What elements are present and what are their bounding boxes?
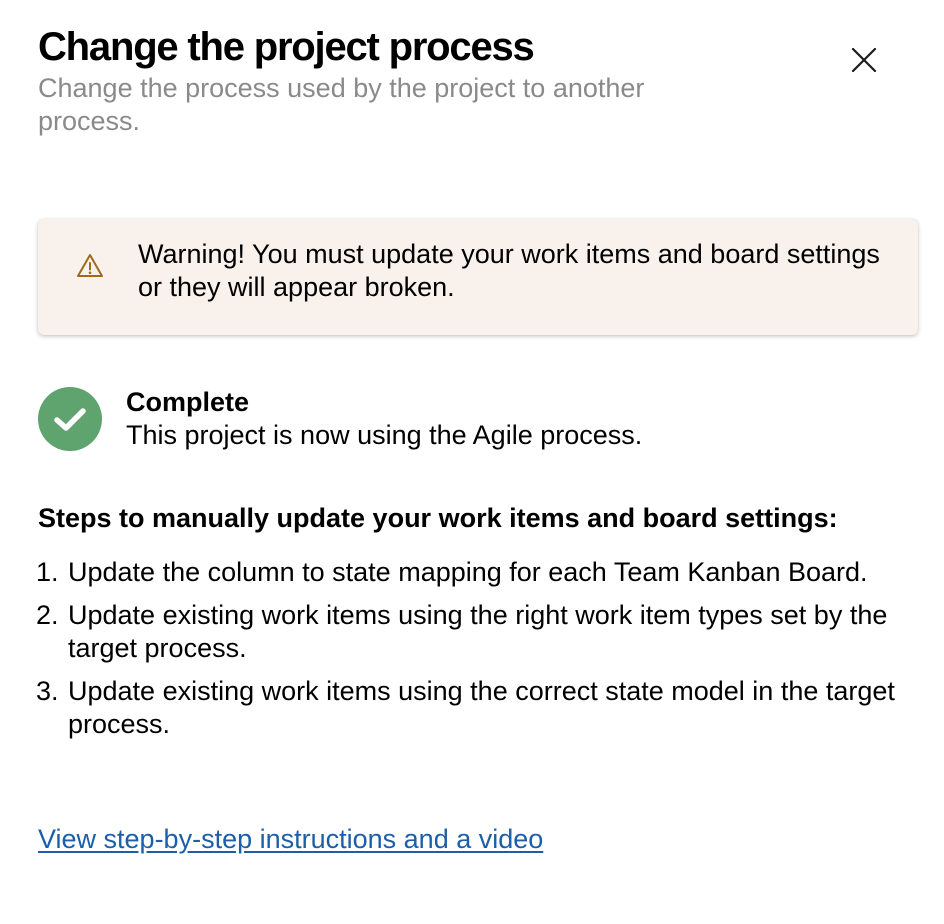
step-text: Update existing work items using the cor…: [68, 676, 895, 739]
dialog-title: Change the project process: [38, 25, 535, 69]
step-text: Update existing work items using the rig…: [68, 600, 888, 663]
checkmark-circle-icon: [38, 387, 102, 451]
warning-icon: [77, 254, 103, 277]
warning-message-bar: Warning! You must update your work items…: [38, 219, 918, 335]
change-process-dialog: Change the project process Change the pr…: [0, 0, 944, 924]
close-button[interactable]: [842, 38, 886, 82]
step-number: 1.: [36, 557, 59, 587]
step-number: 3.: [36, 676, 59, 706]
step-item: 3. Update existing work items using the …: [36, 675, 918, 741]
step-item: 2. Update existing work items using the …: [36, 599, 918, 665]
step-text: Update the column to state mapping for e…: [68, 557, 868, 587]
warning-text: Warning! You must update your work items…: [138, 239, 880, 302]
status-message: This project is now using the Agile proc…: [126, 420, 643, 450]
steps-heading: Steps to manually update your work items…: [38, 503, 838, 533]
instructions-video-link[interactable]: View step-by-step instructions and a vid…: [38, 823, 543, 856]
step-number: 2.: [36, 600, 59, 630]
step-item: 1. Update the column to state mapping fo…: [36, 556, 918, 589]
steps-list: 1. Update the column to state mapping fo…: [36, 556, 918, 751]
dialog-subtitle: Change the process used by the project t…: [38, 73, 645, 136]
status-title: Complete: [126, 387, 250, 417]
close-icon: [851, 47, 877, 73]
